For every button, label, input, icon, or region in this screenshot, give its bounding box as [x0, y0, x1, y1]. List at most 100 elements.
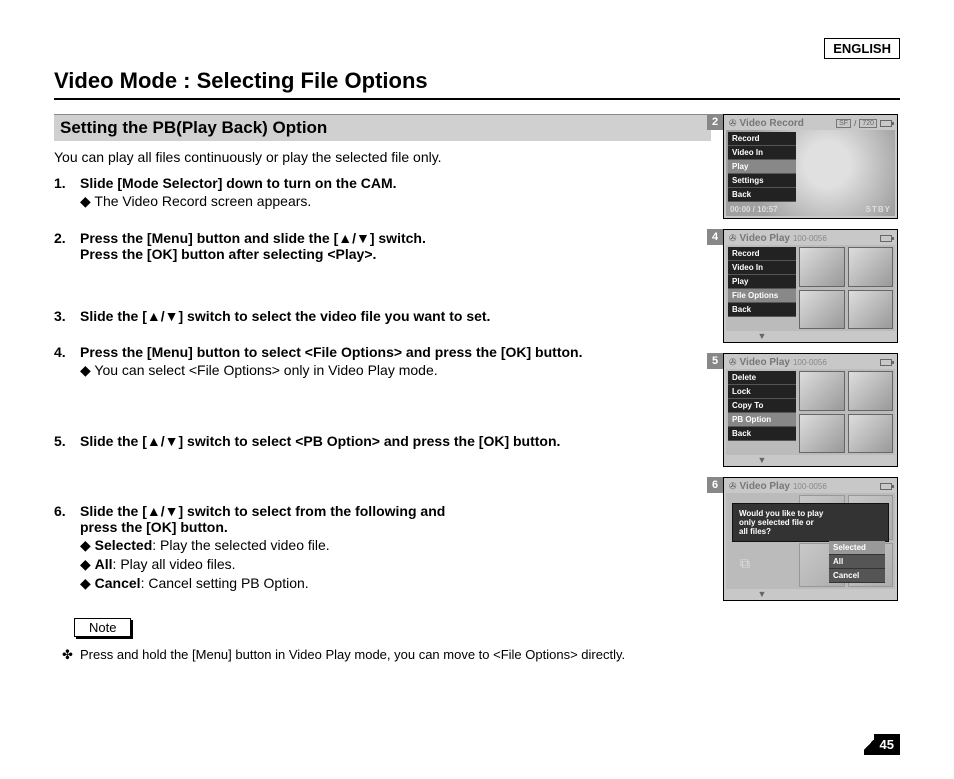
- menu-item: Play: [728, 275, 796, 289]
- content-area: Setting the PB(Play Back) Option You can…: [54, 114, 900, 662]
- menu-item: Play: [728, 160, 796, 174]
- steps-list: Slide [Mode Selector] down to turn on th…: [54, 175, 711, 592]
- screen-4-file: 100-0056: [793, 234, 827, 243]
- page-title: Video Mode : Selecting File Options: [54, 68, 900, 100]
- screen-5: ✇ Video Play 100-0056 DeleteLockCopy ToP…: [723, 353, 898, 467]
- step-1-main: Slide [Mode Selector] down to turn on th…: [80, 175, 711, 191]
- intro-text: You can play all files continuously or p…: [54, 149, 711, 165]
- screen-6-title: Video Play: [740, 481, 790, 492]
- dialog-option: All: [829, 555, 885, 569]
- section-header: Setting the PB(Play Back) Option: [54, 114, 711, 141]
- screen-5-file: 100-0056: [793, 358, 827, 367]
- screen-2-badge-sep: /: [854, 119, 856, 128]
- screen-5-title: Video Play: [740, 357, 790, 368]
- menu-item: File Options: [728, 289, 796, 303]
- menu-item: Back: [728, 427, 796, 441]
- screen-4-block: 4 ✇ Video Play 100-0056 Record: [723, 229, 900, 343]
- step-1: Slide [Mode Selector] down to turn on th…: [54, 175, 711, 210]
- screen-2-block: 2 ✇ Video Record SF / 720 RecordVideo In…: [723, 114, 900, 219]
- step-6-bullet-3: Cancel: Cancel setting PB Option.: [80, 575, 711, 592]
- dialog-option: Selected: [829, 541, 885, 555]
- screen-6-dialog: Would you like to play only selected fil…: [732, 503, 889, 542]
- dialog-line-3: all files?: [739, 527, 882, 536]
- menu-item: Settings: [728, 174, 796, 188]
- screen-4-thumbs: [799, 247, 893, 329]
- screen-2-status: STBY: [866, 205, 891, 214]
- screen-2-body: RecordVideo InPlaySettingsBack 00:00 / 1…: [726, 130, 895, 216]
- menu-item: Back: [728, 188, 796, 202]
- screen-2-num: 2: [707, 114, 723, 130]
- menu-item: Back: [728, 303, 796, 317]
- menu-item: Copy To: [728, 399, 796, 413]
- screen-5-header: ✇ Video Play 100-0056: [726, 356, 895, 369]
- step-5-main: Slide the [▲/▼] switch to select <PB Opt…: [80, 433, 711, 449]
- menu-item: Record: [728, 132, 796, 146]
- dialog-line-1: Would you like to play: [739, 509, 882, 518]
- step-4: Press the [Menu] button to select <File …: [54, 344, 711, 379]
- screen-2: ✇ Video Record SF / 720 RecordVideo InPl…: [723, 114, 898, 219]
- menu-item: Video In: [728, 146, 796, 160]
- right-column: 2 ✇ Video Record SF / 720 RecordVideo In…: [723, 114, 900, 662]
- step-2: Press the [Menu] button and slide the [▲…: [54, 230, 711, 262]
- menu-item: PB Option: [728, 413, 796, 427]
- screen-2-title: Video Record: [740, 118, 804, 129]
- step-6-line2: press the [OK] button.: [80, 519, 711, 535]
- screen-2-badge-sf: SF: [836, 119, 851, 128]
- battery-icon: [880, 120, 892, 127]
- thumb: [848, 290, 894, 330]
- screen-5-num: 5: [707, 353, 723, 369]
- step-2-line1: Press the [Menu] button and slide the [▲…: [80, 230, 711, 246]
- left-column: Setting the PB(Play Back) Option You can…: [54, 114, 711, 662]
- screen-4-num: 4: [707, 229, 723, 245]
- camera-icon: ✇: [729, 118, 737, 129]
- copy-icon: ⧉: [740, 555, 750, 572]
- screen-4-title: Video Play: [740, 233, 790, 244]
- chevron-down-icon: ▼: [756, 456, 768, 464]
- screen-4-body: RecordVideo InPlayFile OptionsBack: [726, 245, 895, 331]
- step-4-main: Press the [Menu] button to select <File …: [80, 344, 711, 360]
- screen-4-menu: RecordVideo InPlayFile OptionsBack: [728, 247, 796, 317]
- screen-6-num: 6: [707, 477, 723, 493]
- thumb: [848, 247, 894, 287]
- screen-6-file: 100-0056: [793, 482, 827, 491]
- menu-item: Record: [728, 247, 796, 261]
- thumb: [799, 371, 845, 411]
- menu-item: Delete: [728, 371, 796, 385]
- chevron-down-icon: ▼: [756, 332, 768, 340]
- screen-6-body: Would you like to play only selected fil…: [726, 493, 895, 589]
- screen-2-badge-720: 720: [859, 119, 877, 128]
- step-6-line1: Slide the [▲/▼] switch to select from th…: [80, 503, 711, 519]
- screen-2-time: 00:00 / 10:57: [730, 205, 778, 214]
- chevron-down-icon: ▼: [756, 590, 768, 598]
- menu-item: Lock: [728, 385, 796, 399]
- step-4-sub: You can select <File Options> only in Vi…: [80, 362, 711, 379]
- screen-5-body: DeleteLockCopy ToPB OptionBack: [726, 369, 895, 455]
- thumb: [848, 371, 894, 411]
- screen-4: ✇ Video Play 100-0056 RecordVideo InPlay…: [723, 229, 898, 343]
- screen-5-block: 5 ✇ Video Play 100-0056 Delete: [723, 353, 900, 467]
- screen-2-timebar: 00:00 / 10:57 STBY: [730, 205, 891, 214]
- note-label-box: Note: [74, 618, 131, 637]
- menu-item: Video In: [728, 261, 796, 275]
- dialog-option: Cancel: [829, 569, 885, 583]
- step-6: Slide the [▲/▼] switch to select from th…: [54, 503, 711, 592]
- camera-icon: ✇: [729, 357, 737, 368]
- screen-6-block: 6 ✇ Video Play 100-0056: [723, 477, 900, 601]
- battery-icon: [880, 483, 892, 490]
- step-6-bullet-1: Selected: Play the selected video file.: [80, 537, 711, 554]
- screen-5-menu: DeleteLockCopy ToPB OptionBack: [728, 371, 796, 441]
- camera-icon: ✇: [729, 481, 737, 492]
- thumb: [799, 247, 845, 287]
- camera-icon: ✇: [729, 233, 737, 244]
- step-5: Slide the [▲/▼] switch to select <PB Opt…: [54, 433, 711, 449]
- screen-6: ✇ Video Play 100-0056 Would you like to …: [723, 477, 898, 601]
- battery-icon: [880, 359, 892, 366]
- screen-2-menu: RecordVideo InPlaySettingsBack: [728, 132, 796, 202]
- screen-6-header: ✇ Video Play 100-0056: [726, 480, 895, 493]
- step-3: Slide the [▲/▼] switch to select the vid…: [54, 308, 711, 324]
- thumb: [799, 290, 845, 330]
- page-number: 45: [874, 734, 900, 755]
- screen-6-options: SelectedAllCancel: [829, 541, 885, 583]
- language-badge: ENGLISH: [824, 38, 900, 59]
- note-text: Press and hold the [Menu] button in Vide…: [54, 647, 711, 662]
